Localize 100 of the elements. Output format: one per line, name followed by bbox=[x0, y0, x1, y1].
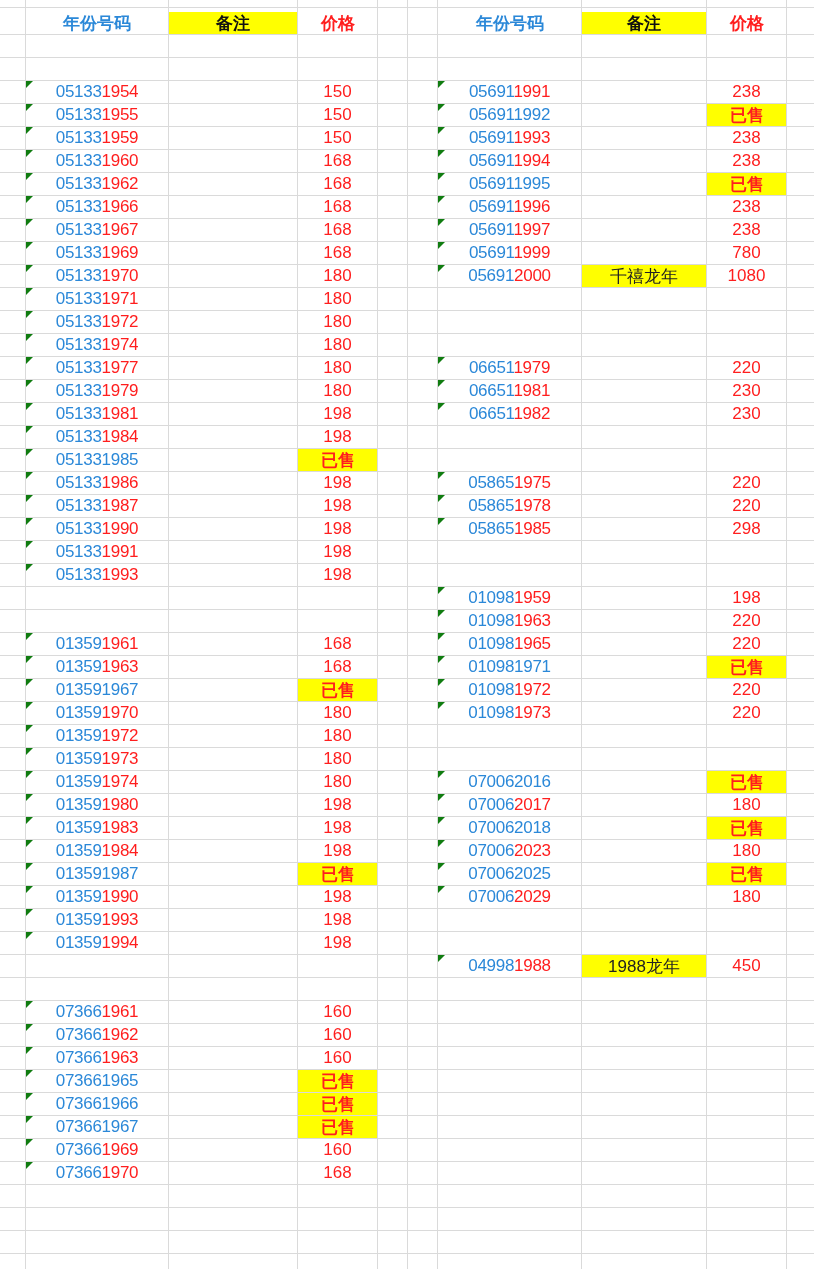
corner-triangle-icon bbox=[438, 656, 445, 663]
price: 160 bbox=[323, 1002, 352, 1022]
corner-triangle-icon bbox=[26, 817, 33, 824]
corner-triangle-icon bbox=[26, 541, 33, 548]
price: 198 bbox=[323, 841, 352, 861]
price: 198 bbox=[323, 795, 352, 815]
phone-number: 013591993 bbox=[55, 910, 139, 930]
price: 220 bbox=[732, 358, 761, 378]
corner-triangle-icon bbox=[438, 840, 445, 847]
price: 238 bbox=[732, 197, 761, 217]
corner-triangle-icon bbox=[26, 840, 33, 847]
phone-number: 010981973 bbox=[468, 703, 551, 723]
phone-number: 013591963 bbox=[55, 657, 139, 677]
corner-triangle-icon bbox=[26, 265, 33, 272]
corner-triangle-icon bbox=[26, 127, 33, 134]
sold-label: 已售 bbox=[298, 1070, 377, 1092]
price: 238 bbox=[732, 82, 761, 102]
phone-number: 070062016 bbox=[468, 772, 551, 792]
phone-number: 056911996 bbox=[468, 197, 551, 217]
price: 220 bbox=[732, 703, 761, 723]
phone-number: 051331985 bbox=[55, 450, 139, 470]
corner-triangle-icon bbox=[438, 817, 445, 824]
sold-label: 已售 bbox=[707, 863, 786, 885]
corner-triangle-icon bbox=[26, 656, 33, 663]
price: 220 bbox=[732, 680, 761, 700]
column-header: 价格 bbox=[320, 12, 355, 35]
corner-triangle-icon bbox=[26, 380, 33, 387]
corner-triangle-icon bbox=[438, 863, 445, 870]
column-header: 备注 bbox=[169, 12, 297, 34]
corner-triangle-icon bbox=[438, 265, 445, 272]
phone-number: 013591974 bbox=[55, 772, 139, 792]
sold-label: 已售 bbox=[707, 771, 786, 793]
corner-triangle-icon bbox=[438, 472, 445, 479]
phone-number: 073661961 bbox=[55, 1002, 139, 1022]
corner-triangle-icon bbox=[438, 495, 445, 502]
phone-number: 066511979 bbox=[468, 358, 551, 378]
corner-triangle-icon bbox=[26, 748, 33, 755]
corner-triangle-icon bbox=[438, 380, 445, 387]
corner-triangle-icon bbox=[26, 909, 33, 916]
corner-triangle-icon bbox=[26, 1047, 33, 1054]
corner-triangle-icon bbox=[438, 242, 445, 249]
corner-triangle-icon bbox=[26, 1139, 33, 1146]
corner-triangle-icon bbox=[26, 472, 33, 479]
phone-number: 066511982 bbox=[468, 404, 551, 424]
phone-number: 013591990 bbox=[55, 887, 139, 907]
phone-number: 058651985 bbox=[468, 519, 551, 539]
phone-number: 073661969 bbox=[55, 1140, 139, 1160]
note: 1988龙年 bbox=[582, 955, 706, 977]
phone-number: 073661963 bbox=[55, 1048, 139, 1068]
corner-triangle-icon bbox=[26, 564, 33, 571]
phone-number: 051331960 bbox=[55, 151, 139, 171]
phone-number: 066511981 bbox=[468, 381, 551, 401]
column-header: 价格 bbox=[729, 12, 764, 35]
corner-triangle-icon bbox=[438, 357, 445, 364]
phone-number: 051331981 bbox=[55, 404, 139, 424]
phone-number: 073661965 bbox=[55, 1071, 139, 1091]
phone-number: 058651975 bbox=[468, 473, 551, 493]
corner-triangle-icon bbox=[438, 679, 445, 686]
price: 168 bbox=[323, 657, 352, 677]
phone-number: 073661966 bbox=[55, 1094, 139, 1114]
phone-number: 070062025 bbox=[468, 864, 551, 884]
corner-triangle-icon bbox=[26, 426, 33, 433]
sold-label: 已售 bbox=[298, 449, 377, 471]
price: 220 bbox=[732, 473, 761, 493]
corner-triangle-icon bbox=[438, 610, 445, 617]
price: 180 bbox=[323, 703, 352, 723]
corner-triangle-icon bbox=[26, 403, 33, 410]
price: 230 bbox=[732, 381, 761, 401]
corner-triangle-icon bbox=[26, 449, 33, 456]
corner-triangle-icon bbox=[26, 702, 33, 709]
sold-label: 已售 bbox=[298, 1116, 377, 1138]
corner-triangle-icon bbox=[438, 173, 445, 180]
price: 220 bbox=[732, 634, 761, 654]
price: 238 bbox=[732, 128, 761, 148]
corner-triangle-icon bbox=[438, 955, 445, 962]
price: 180 bbox=[323, 749, 352, 769]
phone-number: 070062017 bbox=[468, 795, 551, 815]
corner-triangle-icon bbox=[26, 518, 33, 525]
corner-triangle-icon bbox=[26, 1116, 33, 1123]
sold-label: 已售 bbox=[298, 679, 377, 701]
corner-triangle-icon bbox=[438, 403, 445, 410]
phone-number: 010981963 bbox=[468, 611, 551, 631]
phone-number: 058651978 bbox=[468, 496, 551, 516]
price: 198 bbox=[323, 473, 352, 493]
corner-triangle-icon bbox=[438, 196, 445, 203]
corner-triangle-icon bbox=[26, 794, 33, 801]
phone-number: 056911995 bbox=[468, 174, 551, 194]
corner-triangle-icon bbox=[26, 150, 33, 157]
phone-number: 056911999 bbox=[468, 243, 551, 263]
price: 150 bbox=[323, 82, 352, 102]
sold-label: 已售 bbox=[707, 817, 786, 839]
price: 168 bbox=[323, 1163, 352, 1183]
price: 198 bbox=[323, 887, 352, 907]
corner-triangle-icon bbox=[438, 633, 445, 640]
corner-triangle-icon bbox=[26, 1024, 33, 1031]
price: 198 bbox=[323, 427, 352, 447]
phone-number: 051331967 bbox=[55, 220, 139, 240]
corner-triangle-icon bbox=[26, 242, 33, 249]
phone-number: 051331990 bbox=[55, 519, 139, 539]
corner-triangle-icon bbox=[26, 173, 33, 180]
